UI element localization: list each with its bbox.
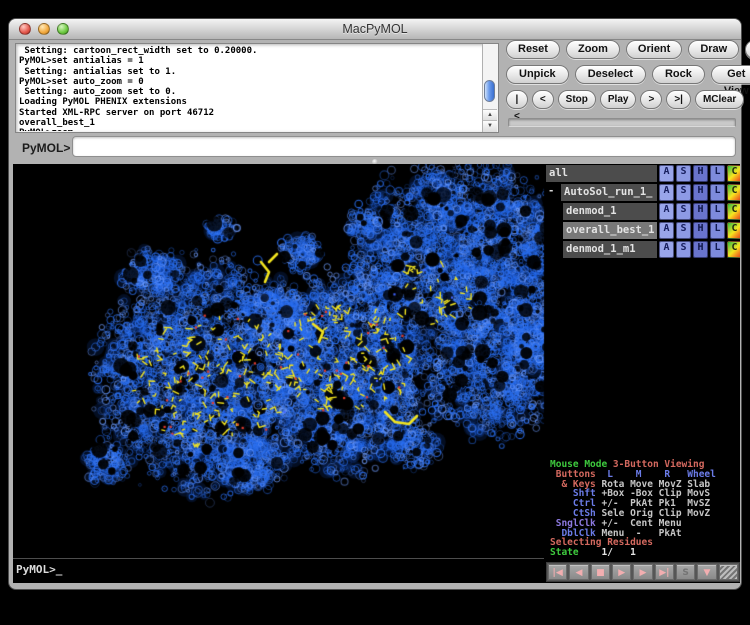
show-menu-button-AutoSol_run_1_[interactable]: S — [676, 184, 691, 201]
label-menu-button-denmod_1_m1[interactable]: L — [710, 241, 725, 258]
object-action-buttons: ASHLC — [659, 241, 740, 258]
macpymol-window: MacPyMOL Setting: cartoon_rect_width set… — [8, 18, 742, 590]
action-menu-button-denmod_1_m1[interactable]: A — [659, 241, 674, 258]
color-menu-button-all[interactable]: C — [727, 165, 740, 182]
console-line-1: PyMOL>set antialias = 1 — [19, 56, 481, 66]
console-text: Setting: cartoon_rect_width set to 0.200… — [19, 46, 481, 131]
object-name-AutoSol_run_1_[interactable]: AutoSol_run_1_ — [561, 184, 657, 201]
object-row-denmod_1: denmod_1ASHLC — [546, 203, 740, 220]
reset-button[interactable]: Reset — [506, 40, 560, 59]
movie-sculpt-button[interactable]: S — [676, 564, 695, 580]
viewport-prompt-strip: PyMOL>_ — [13, 558, 544, 583]
hide-menu-button-denmod_1[interactable]: H — [693, 203, 708, 220]
stop-button[interactable]: Stop — [558, 90, 596, 109]
orient-button[interactable]: Orient — [626, 40, 682, 59]
object-action-buttons: ASHLC — [659, 203, 740, 220]
color-menu-button-AutoSol_run_1_[interactable]: C — [727, 184, 740, 201]
console-line-8: PyMOL>zoom — [19, 128, 481, 131]
movie-menu-button[interactable]: ▼ — [697, 564, 716, 580]
console-line-4: Setting: auto_zoom set to 0. — [19, 87, 481, 97]
movie-slider-track[interactable] — [508, 118, 736, 127]
fast-forward-button[interactable]: >| — [666, 90, 691, 109]
label-menu-button-overall_best_1[interactable]: L — [710, 222, 725, 239]
mouse-panel-segment: 1/ 1 — [601, 547, 635, 558]
show-menu-button-all[interactable]: S — [676, 165, 691, 182]
mouse-panel-segment: State — [550, 547, 601, 558]
hide-menu-button-denmod_1_m1[interactable]: H — [693, 241, 708, 258]
collapse-toggle[interactable]: - — [548, 185, 554, 197]
movie-forward-button[interactable]: ▶ — [633, 564, 652, 580]
color-menu-button-denmod_1[interactable]: C — [727, 203, 740, 220]
mclear-button[interactable]: MClear — [695, 90, 744, 109]
command-prompt-label: PyMOL> — [22, 141, 70, 155]
rewind-button[interactable]: |< — [506, 90, 528, 109]
console-scrollbar[interactable]: ▲ ▼ — [482, 44, 498, 132]
deselect-button[interactable]: Deselect — [575, 65, 646, 84]
viewport[interactable]: allASHLC-AutoSol_run_1_ASHLCdenmod_1ASHL… — [13, 164, 740, 583]
action-menu-button-denmod_1[interactable]: A — [659, 203, 674, 220]
console-line-5: Loading PyMOL PHENIX extensions — [19, 97, 481, 107]
object-name-overall_best_1[interactable]: overall_best_1 — [563, 222, 657, 239]
object-action-buttons: ASHLC — [659, 222, 740, 239]
object-action-buttons: ASHLC — [659, 184, 740, 201]
hide-menu-button-AutoSol_run_1_[interactable]: H — [693, 184, 708, 201]
object-name-all[interactable]: all — [546, 165, 657, 182]
toolbar-row-3: |<<StopPlay>>|MClear — [506, 90, 744, 109]
movie-back-button[interactable]: ◀ — [569, 564, 588, 580]
unpick-button[interactable]: Unpick — [506, 65, 569, 84]
console-line-0: Setting: cartoon_rect_width set to 0.200… — [19, 46, 481, 56]
mouse-mode-panel: Mouse Mode 3-Button Viewing Buttons L M … — [550, 460, 740, 558]
console-line-7: overall_best_1 — [19, 118, 481, 128]
show-menu-button-denmod_1_m1[interactable]: S — [676, 241, 691, 258]
movie-stop-button[interactable]: ■ — [591, 564, 610, 580]
ray-button[interactable]: Ray — [745, 40, 750, 59]
color-menu-button-overall_best_1[interactable]: C — [727, 222, 740, 239]
object-name-denmod_1[interactable]: denmod_1 — [563, 203, 657, 220]
step-back-button[interactable]: < — [532, 90, 554, 109]
toolbar-row-2: Unpick Deselect Rock Get View — [506, 65, 750, 84]
console-log[interactable]: Setting: cartoon_rect_width set to 0.200… — [15, 43, 499, 133]
console-line-3: PyMOL>set auto_zoom = 0 — [19, 77, 481, 87]
screen: MacPyMOL Setting: cartoon_rect_width set… — [0, 0, 750, 625]
window-title: MacPyMOL — [9, 22, 741, 36]
movie-last-frame-button[interactable]: ▶| — [655, 564, 674, 580]
console-line-6: Started XML-RPC server on port 46712 — [19, 108, 481, 118]
object-row-all: allASHLC — [546, 165, 740, 182]
object-row-overall_best_1: overall_best_1ASHLC — [546, 222, 740, 239]
label-menu-button-all[interactable]: L — [710, 165, 725, 182]
command-input[interactable] — [72, 136, 736, 157]
action-menu-button-overall_best_1[interactable]: A — [659, 222, 674, 239]
hide-menu-button-overall_best_1[interactable]: H — [693, 222, 708, 239]
show-menu-button-overall_best_1[interactable]: S — [676, 222, 691, 239]
scrollbar-thumb[interactable] — [484, 80, 495, 102]
action-menu-button-all[interactable]: A — [659, 165, 674, 182]
get-view-button[interactable]: Get View — [711, 65, 750, 84]
mouse-panel-line-9: State 1/ 1 — [550, 548, 740, 558]
movie-controls: |◀◀■▶▶▶|S▼ — [546, 562, 740, 582]
show-menu-button-denmod_1[interactable]: S — [676, 203, 691, 220]
label-menu-button-AutoSol_run_1_[interactable]: L — [710, 184, 725, 201]
action-menu-button-AutoSol_run_1_[interactable]: A — [659, 184, 674, 201]
viewport-prompt: PyMOL>_ — [16, 563, 62, 576]
object-row-AutoSol_run_1_: -AutoSol_run_1_ASHLC — [546, 184, 740, 201]
object-name-denmod_1_m1[interactable]: denmod_1_m1 — [563, 241, 657, 258]
title-bar[interactable]: MacPyMOL — [9, 19, 741, 40]
draw-button[interactable]: Draw — [688, 40, 739, 59]
rock-button[interactable]: Rock — [652, 65, 705, 84]
movie-play-button[interactable]: ▶ — [612, 564, 631, 580]
label-menu-button-denmod_1[interactable]: L — [710, 203, 725, 220]
color-menu-button-denmod_1_m1[interactable]: C — [727, 241, 740, 258]
object-panel: allASHLC-AutoSol_run_1_ASHLCdenmod_1ASHL… — [546, 165, 740, 260]
resize-grip[interactable] — [719, 564, 738, 580]
scroll-down-button[interactable]: ▼ — [483, 120, 497, 132]
object-row-denmod_1_m1: denmod_1_m1ASHLC — [546, 241, 740, 258]
movie-first-frame-button[interactable]: |◀ — [548, 564, 567, 580]
step-forward-button[interactable]: > — [640, 90, 662, 109]
hide-menu-button-all[interactable]: H — [693, 165, 708, 182]
toolbar-row-1: Reset Zoom Orient Draw Ray — [506, 40, 750, 59]
zoom-button[interactable]: Zoom — [566, 40, 620, 59]
object-action-buttons: ASHLC — [659, 165, 740, 182]
console-line-2: Setting: antialias set to 1. — [19, 67, 481, 77]
play-button[interactable]: Play — [600, 90, 637, 109]
